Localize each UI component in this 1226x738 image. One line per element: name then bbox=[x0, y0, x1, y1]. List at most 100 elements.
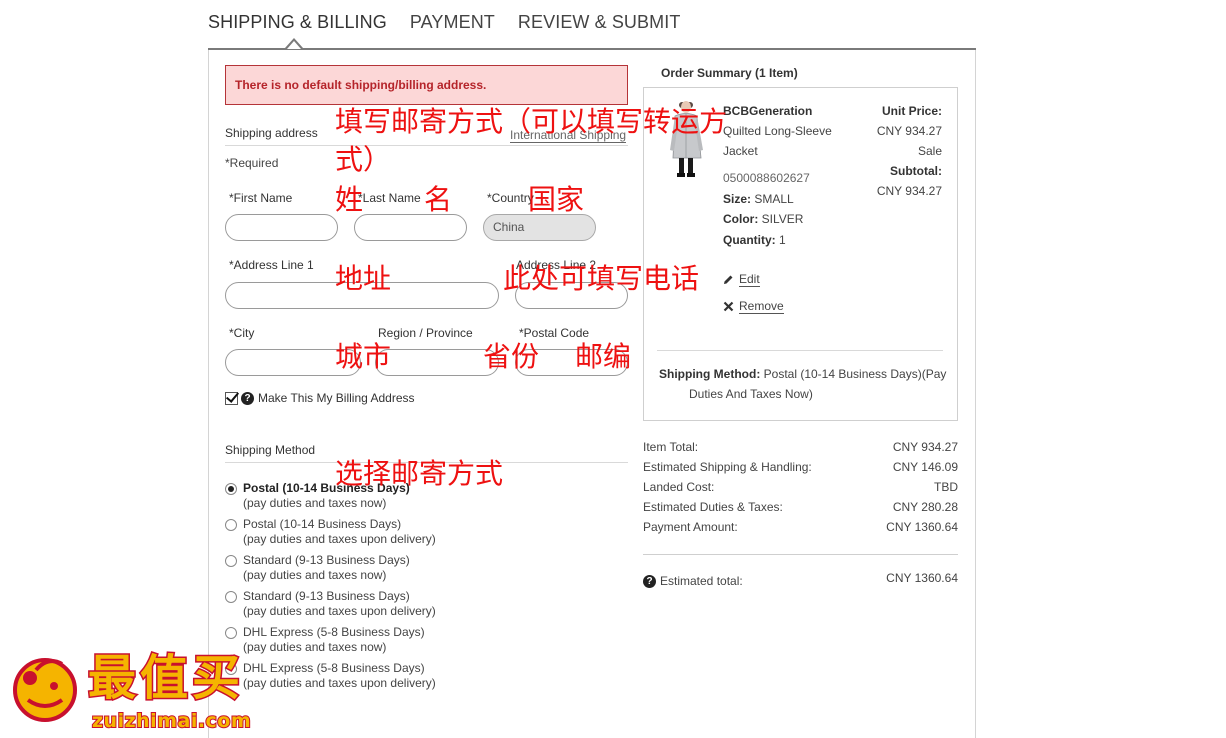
annotation-province: 省份 bbox=[483, 340, 540, 373]
shipping-method-heading: Shipping Method bbox=[225, 443, 316, 457]
country-label: *Country bbox=[487, 191, 534, 205]
country-field[interactable]: China bbox=[483, 214, 596, 241]
tab-payment[interactable]: PAYMENT bbox=[410, 12, 495, 33]
total-row: Payment Amount: CNY 1360.64 bbox=[643, 517, 958, 537]
summary-divider bbox=[657, 350, 943, 351]
tab-review-submit[interactable]: REVIEW & SUBMIT bbox=[518, 12, 681, 33]
billing-address-option: ? Make This My Billing Address bbox=[225, 391, 415, 405]
tab-shipping-billing[interactable]: SHIPPING & BILLING bbox=[208, 12, 387, 33]
help-icon[interactable]: ? bbox=[643, 574, 656, 588]
total-label: Estimated Shipping & Handling: bbox=[643, 460, 812, 474]
option-subtitle: (pay duties and taxes now) bbox=[243, 496, 387, 510]
billing-address-checkbox[interactable] bbox=[225, 391, 238, 405]
last-name-field[interactable] bbox=[354, 214, 467, 241]
shipping-option[interactable]: Standard (9-13 Business Days) (pay duties… bbox=[225, 589, 436, 619]
quantity-label: Quantity: bbox=[723, 233, 776, 247]
total-row: Estimated Duties & Taxes: CNY 280.28 bbox=[643, 497, 958, 517]
close-icon bbox=[723, 301, 734, 312]
radio-button[interactable] bbox=[225, 627, 237, 639]
annotation-country: 国家 bbox=[528, 183, 585, 216]
estimated-total-row: ? Estimated total: CNY 1360.64 bbox=[643, 571, 958, 588]
option-title: Postal (10-14 Business Days) bbox=[243, 517, 402, 531]
total-row: Estimated Shipping & Handling: CNY 146.09 bbox=[643, 457, 958, 477]
remove-link[interactable]: Remove bbox=[739, 299, 784, 314]
annotation-postal: 邮编 bbox=[575, 340, 632, 373]
size-value: SMALL bbox=[754, 192, 794, 206]
watermark-chars: 最值买 bbox=[86, 649, 245, 708]
radio-button[interactable] bbox=[225, 591, 237, 603]
color-label: Color: bbox=[723, 212, 759, 226]
help-icon[interactable]: ? bbox=[241, 391, 254, 405]
shipping-option[interactable]: Standard (9-13 Business Days) (pay duties… bbox=[225, 553, 436, 583]
subtotal-label: Subtotal: bbox=[890, 164, 942, 178]
unit-price-label: Unit Price: bbox=[881, 104, 942, 118]
billing-address-label: Make This My Billing Address bbox=[258, 391, 415, 405]
annotation-phone: 此处可填写电话 bbox=[503, 262, 700, 295]
estimated-total-value: CNY 1360.64 bbox=[886, 571, 958, 585]
ship-method-label: Shipping Method: bbox=[659, 367, 761, 381]
subtotal-value: CNY 934.27 bbox=[876, 184, 942, 198]
option-subtitle: (pay duties and taxes now) bbox=[243, 568, 387, 582]
product-color: Color: SILVER bbox=[723, 212, 803, 226]
option-title: DHL Express (5-8 Business Days) bbox=[243, 625, 425, 639]
option-title: Standard (9-13 Business Days) bbox=[243, 553, 410, 567]
annotation-shipping-note-line2: 式） bbox=[335, 143, 392, 176]
region-label: Region / Province bbox=[378, 326, 473, 340]
total-row: Item Total: CNY 934.27 bbox=[643, 437, 958, 457]
postal-code-label: *Postal Code bbox=[519, 326, 590, 340]
panel-border-right bbox=[975, 50, 976, 738]
unit-price-value: CNY 934.27 bbox=[876, 124, 942, 138]
total-label: Estimated Duties & Taxes: bbox=[643, 500, 783, 514]
city-label: *City bbox=[229, 326, 255, 340]
first-name-field[interactable] bbox=[225, 214, 338, 241]
product-title-line1: Quilted Long-Sleeve bbox=[723, 124, 832, 138]
panel-border-left bbox=[208, 50, 209, 738]
annotation-given-name: 名 bbox=[424, 183, 453, 216]
total-row: Landed Cost: TBD bbox=[643, 477, 958, 497]
edit-item-button[interactable]: Edit bbox=[723, 272, 760, 287]
quantity-value: 1 bbox=[779, 233, 786, 247]
first-name-label: *First Name bbox=[229, 191, 293, 205]
shipping-option[interactable]: Postal (10-14 Business Days) (pay duties … bbox=[225, 517, 436, 547]
total-value: CNY 280.28 bbox=[892, 500, 958, 514]
product-title-line2: Jacket bbox=[723, 144, 758, 158]
summary-shipping-method: Shipping Method: Postal (10-14 Business … bbox=[659, 364, 949, 404]
watermark: 最值买 zuizhimai.com bbox=[8, 648, 298, 738]
pencil-icon bbox=[724, 275, 733, 284]
remove-item-button[interactable]: Remove bbox=[723, 299, 784, 314]
last-name-label: *Last Name bbox=[358, 191, 421, 205]
edit-link[interactable]: Edit bbox=[739, 272, 760, 287]
no-default-address-alert: There is no default shipping/billing add… bbox=[225, 65, 628, 105]
option-subtitle: (pay duties and taxes upon delivery) bbox=[243, 604, 436, 618]
total-value: CNY 146.09 bbox=[892, 460, 958, 474]
radio-button[interactable] bbox=[225, 555, 237, 567]
order-summary-heading: Order Summary (1 Item) bbox=[661, 66, 798, 80]
required-note: *Required bbox=[225, 156, 279, 170]
price-column: Unit Price: CNY 934.27 Sale Subtotal: CN… bbox=[860, 101, 942, 201]
total-label: Landed Cost: bbox=[643, 480, 715, 494]
checkout-steps: SHIPPING & BILLING PAYMENT REVIEW & SUBM… bbox=[208, 12, 680, 33]
annotation-shipping-note-line1: 填写邮寄方式（可以填写转运方 bbox=[335, 105, 728, 138]
totals-table: Item Total: CNY 934.27 Estimated Shipping… bbox=[643, 437, 958, 537]
total-label: Item Total: bbox=[643, 440, 699, 454]
radio-button-selected[interactable] bbox=[225, 483, 237, 495]
product-sku: 0500088602627 bbox=[723, 171, 810, 185]
ship-method-value: Postal (10-14 Business Days)(Pay bbox=[763, 367, 947, 381]
region-field[interactable] bbox=[375, 349, 499, 376]
product-brand: BCBGeneration bbox=[723, 104, 813, 118]
annotation-surname: 姓 bbox=[335, 183, 364, 216]
total-value: TBD bbox=[934, 480, 958, 494]
color-value: SILVER bbox=[761, 212, 804, 226]
annotation-address: 地址 bbox=[335, 262, 392, 295]
totals-divider bbox=[643, 554, 958, 555]
product-quantity: Quantity: 1 bbox=[723, 233, 786, 247]
active-tab-pointer bbox=[285, 38, 303, 49]
address-divider bbox=[225, 145, 628, 146]
total-value: CNY 1360.64 bbox=[886, 520, 958, 534]
option-title: Standard (9-13 Business Days) bbox=[243, 589, 410, 603]
total-label: Payment Amount: bbox=[643, 520, 738, 534]
product-size: Size: SMALL bbox=[723, 192, 794, 206]
radio-button[interactable] bbox=[225, 519, 237, 531]
estimated-total-label: Estimated total: bbox=[660, 574, 743, 588]
address-line1-label: *Address Line 1 bbox=[229, 258, 314, 272]
